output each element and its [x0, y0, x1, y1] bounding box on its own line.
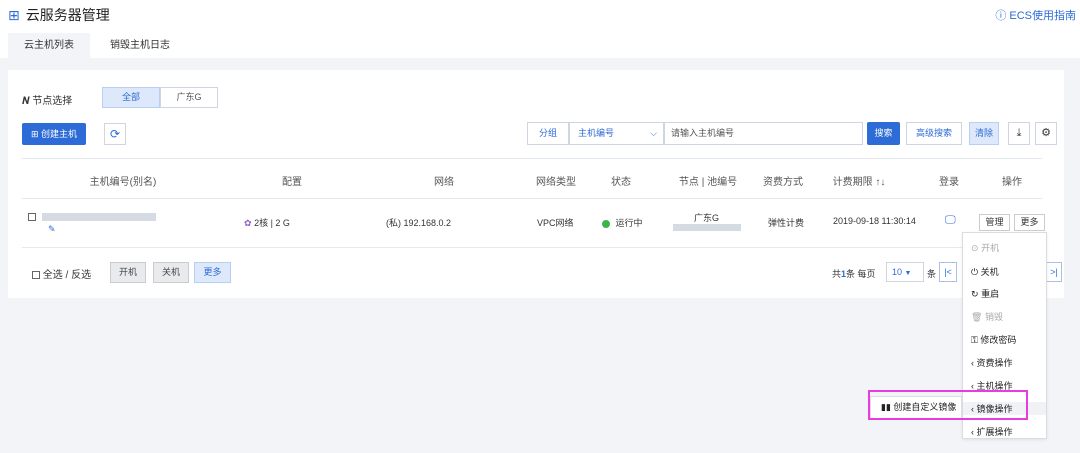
- row-billing: 弹性计费: [768, 218, 805, 228]
- create-host-button[interactable]: ⊞ 创建主机: [22, 123, 86, 145]
- row-bottom-divider: [22, 247, 1042, 248]
- col-actions: 操作: [1002, 177, 1022, 188]
- col-billing: 资费方式: [763, 177, 803, 188]
- caret-down-icon: ▼: [904, 270, 912, 277]
- ecs-guide-text[interactable]: ECS使用指南: [1009, 10, 1076, 22]
- select-all-toggle[interactable]: 全选 / 反选: [32, 266, 91, 281]
- refresh-button[interactable]: ⟳: [104, 123, 126, 145]
- search-input[interactable]: 请输入主机编号: [664, 122, 863, 145]
- row-status: 运行中: [602, 216, 643, 229]
- main-card: 𝑵 节点选择 全部 广东G ⊞ 创建主机 ⟳ 分组 主机编号 ⌵ 请输入主机编号 …: [8, 70, 1064, 298]
- menu-extend-ops[interactable]: ‹ 扩展操作: [971, 425, 1013, 438]
- row-expiry: 2019-09-18 11:30:14: [833, 216, 916, 226]
- page-title-text: 云服务器管理: [25, 7, 110, 23]
- power-icon: ⏻: [971, 267, 979, 277]
- pagination-summary: 共1条 每页: [832, 269, 876, 279]
- row-network: (私) 192.168.0.2: [386, 218, 452, 228]
- field-select[interactable]: 主机编号 ⌵: [569, 122, 664, 145]
- manage-button[interactable]: 管理: [979, 214, 1010, 231]
- col-network: 网络: [434, 177, 454, 188]
- col-net-type: 网络类型: [536, 177, 576, 188]
- page-size-select[interactable]: 10 ▼: [886, 262, 924, 282]
- search-button[interactable]: 搜索: [867, 122, 900, 145]
- running-status-icon: [602, 219, 610, 228]
- tab-destroy-log[interactable]: 销毁主机日志: [94, 33, 186, 58]
- chevron-down-icon: ⌵: [650, 128, 657, 138]
- ecs-guide-link[interactable]: ⓘ ECS使用指南: [995, 7, 1076, 23]
- group-button[interactable]: 分组: [527, 122, 569, 145]
- node-option-gd[interactable]: 广东G: [160, 87, 218, 108]
- download-button[interactable]: ⤓: [1008, 122, 1030, 145]
- highlight-box: [868, 390, 1028, 420]
- advanced-search-button[interactable]: 高级搜索: [906, 122, 962, 145]
- menu-billing-ops[interactable]: ‹ 资费操作: [971, 356, 1013, 369]
- row-checkbox[interactable]: [28, 212, 36, 223]
- page-title: ⊞ 云服务器管理: [8, 5, 110, 25]
- col-login: 登录: [939, 177, 959, 188]
- tab-host-list[interactable]: 云主机列表: [8, 33, 90, 58]
- top-bar: ⊞ 云服务器管理 ⓘ ECS使用指南 云主机列表 销毁主机日志: [0, 0, 1080, 58]
- header-divider: [22, 158, 1042, 159]
- restart-icon: ↻: [971, 289, 979, 299]
- download-icon: ⤓: [1016, 127, 1022, 139]
- bulk-power-off-button[interactable]: 关机: [153, 262, 189, 283]
- host-id-redacted: [42, 213, 156, 221]
- menu-restart[interactable]: ↻ 重启: [971, 287, 999, 300]
- node-icon: 𝑵: [22, 96, 30, 107]
- row-node: 广东G: [694, 213, 720, 223]
- row-top-divider: [22, 198, 1042, 199]
- settings-button[interactable]: ⚙: [1035, 122, 1057, 145]
- monitor-login-icon[interactable]: 🖵: [945, 214, 956, 227]
- node-select-label: 𝑵 节点选择: [22, 96, 73, 107]
- clear-button[interactable]: 清除: [969, 122, 999, 145]
- trash-icon: 🗑: [971, 312, 983, 322]
- gear-icon: ⚙: [1041, 127, 1051, 139]
- pool-id-redacted: [673, 224, 741, 231]
- more-button[interactable]: 更多: [1014, 214, 1045, 231]
- menu-destroy[interactable]: 🗑 销毁: [971, 310, 1003, 323]
- refresh-icon: ⟳: [109, 127, 121, 141]
- col-status: 状态: [611, 177, 631, 188]
- menu-power-on[interactable]: ⊙ 开机: [971, 241, 999, 254]
- col-host-id: 主机编号(别名): [89, 177, 157, 188]
- chevron-left-icon: ‹: [971, 358, 974, 368]
- create-icon: ⊞: [30, 129, 39, 139]
- bulk-power-on-button[interactable]: 开机: [110, 262, 146, 283]
- row-net-type: VPC网络: [537, 218, 574, 228]
- grid-menu-icon: ⊞: [8, 6, 20, 23]
- play-circle-icon: ⊙: [971, 243, 979, 253]
- bulk-more-button[interactable]: 更多: [194, 262, 231, 283]
- help-circle-icon: ⓘ: [995, 10, 1007, 22]
- col-expiry[interactable]: 计费期限 ↑↓: [814, 173, 904, 188]
- last-page-icon[interactable]: >|: [1046, 262, 1062, 282]
- cpu-icon: ✿: [244, 218, 252, 228]
- col-node: 节点 | 池编号: [678, 177, 738, 188]
- node-option-all[interactable]: 全部: [102, 87, 160, 108]
- col-config: 配置: [282, 177, 302, 188]
- row-config: ✿ 2核 | 2 G: [244, 218, 290, 228]
- key-icon: ⚿: [971, 335, 978, 345]
- menu-power-off[interactable]: ⏻ 关机: [971, 265, 999, 278]
- edit-alias-icon[interactable]: ✎: [48, 224, 56, 235]
- page-size-unit: 条: [927, 269, 937, 279]
- chevron-left-icon: ‹: [971, 427, 974, 437]
- menu-change-password[interactable]: ⚿ 修改密码: [971, 333, 1016, 346]
- first-page-icon[interactable]: |<: [939, 262, 957, 282]
